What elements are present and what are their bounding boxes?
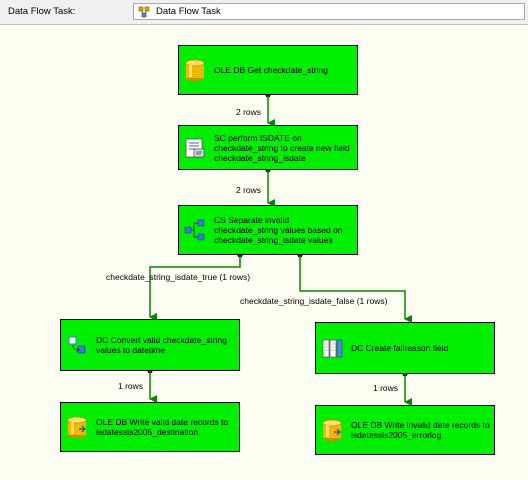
connector-label: checkdate_string_isdate_false (1 rows) [240,296,388,306]
script-component-icon [185,138,205,157]
data-conversion-node[interactable]: DC Convert valid checkdate_string values… [60,319,240,371]
database-icon [67,416,87,438]
node-label: OLE DB Write valid date records to isdat… [96,417,229,437]
connector-3[interactable] [149,255,241,321]
data-conversion-icon [68,336,86,354]
script-component-node[interactable]: SC perform ISDATE on checkdate_string to… [178,125,358,170]
node-label: CS Separate invalid checkdate_string val… [214,215,343,245]
derived-column-node[interactable]: DC Create failreason field [315,322,495,374]
connector-label: checkdate_string_isdate_true (1 rows) [106,272,251,282]
task-dropdown[interactable]: Data Flow Task [133,3,525,20]
oledb-errorlog-node[interactable]: OLE DB Write invalid date records to isd… [315,405,495,455]
conditional-split-node[interactable]: CS Separate invalid checkdate_string val… [178,205,358,255]
task-dropdown-value: Data Flow Task [156,6,221,17]
conditional-split-icon [184,219,205,241]
connector-label: 2 rows [236,185,262,195]
connector-label: 1 rows [118,381,144,391]
node-label: OLE DB Write invalid date records to isd… [351,420,490,440]
node-label: SC perform ISDATE on checkdate_string to… [214,132,350,163]
connector-4[interactable] [299,255,412,323]
node-label: DC Convert valid checkdate_string values… [96,335,227,355]
oledb-source-node[interactable]: OLE DB Get checkdate_string [178,45,358,95]
node-label: OLE DB Get checkdate_string [214,65,328,75]
task-toolbar: Data Flow Task: Data Flow Task [0,0,528,25]
database-icon [185,59,205,81]
connector-label: 2 rows [236,107,262,117]
database-icon [322,419,342,441]
task-label: Data Flow Task: [8,6,76,17]
oledb-destination-node[interactable]: OLE DB Write valid date records to isdat… [60,402,240,452]
connector-label: 1 rows [373,383,399,393]
derived-column-icon [322,339,343,358]
data-flow-canvas[interactable]: 2 rows 2 rows checkdate_string_isdate_tr… [0,25,528,480]
node-label: DC Create failreason field [351,343,449,353]
data-flow-task-icon [138,6,150,18]
